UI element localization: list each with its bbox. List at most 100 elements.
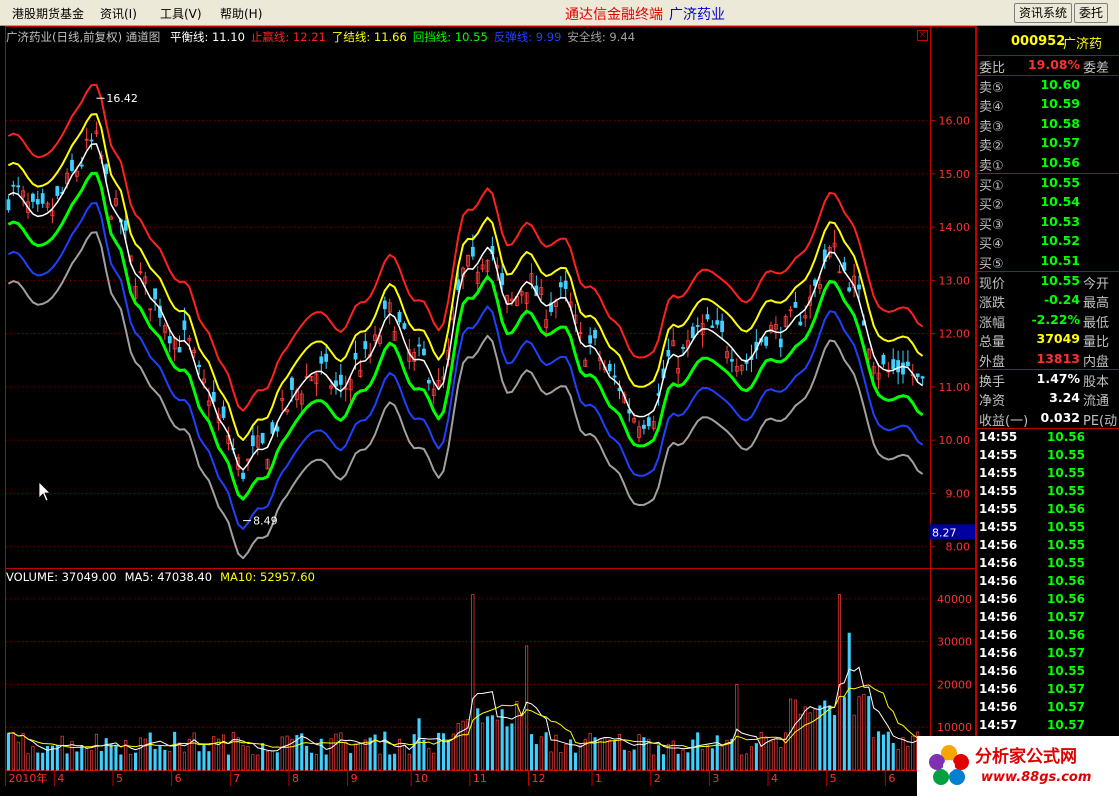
tick-row: 14:55 10.56 (977, 501, 1119, 519)
volume-bar (652, 754, 656, 771)
tick-row: 14:55 10.55 (977, 483, 1119, 501)
volume-bar (41, 752, 45, 771)
candle-body (798, 321, 803, 326)
volume-bar (85, 748, 89, 771)
candle-body (710, 325, 715, 328)
volume-bar (417, 718, 421, 771)
volume-bar (261, 743, 265, 771)
high-price-label: 16.42 (106, 92, 137, 105)
menu-info[interactable]: 资讯(I) (100, 5, 137, 22)
volume-bar (740, 754, 744, 771)
volume-bar (877, 731, 881, 771)
volume-bar (847, 632, 851, 771)
volume-bar (168, 751, 172, 771)
channel-line (7, 202, 924, 530)
volume-bar (803, 706, 807, 771)
candle-body (334, 380, 338, 387)
bid-row: 买② 10.54 (977, 193, 1119, 213)
volume-bar (119, 754, 123, 771)
candle-body (705, 314, 710, 320)
bid-row-value: 10.51 (1040, 252, 1080, 268)
candle-body (847, 287, 852, 292)
app-title: 通达信金融终端 (565, 7, 663, 23)
volume-bar (789, 698, 793, 771)
current-price-label: 8.27 (932, 526, 957, 539)
bid-row: 买④ 10.52 (977, 232, 1119, 252)
bid-row: 买③ 10.53 (977, 213, 1119, 233)
stat-row-extra-label: 最低 (1083, 315, 1110, 331)
candle-body (11, 184, 16, 187)
volume-bar (456, 722, 460, 771)
tick-row: 14:56 10.56 (977, 627, 1119, 645)
menu-hk-futures[interactable]: 港股期货基金 (12, 5, 84, 22)
ask-row-label: 卖④ (979, 100, 1004, 116)
volume-bar (197, 751, 201, 771)
candle-body (30, 193, 35, 202)
stat-row-label: 外盘 (979, 354, 1006, 370)
volume-axis-label: 10000 (937, 721, 972, 734)
chart-header-prefix: 广济药业(日线,前复权) 通道图 (6, 30, 161, 44)
tick-time: 14:56 (979, 610, 1018, 625)
volume-bar (270, 750, 274, 771)
volume-bar (818, 705, 822, 771)
tick-price: 10.57 (1047, 682, 1085, 697)
volume-bar (510, 723, 514, 771)
tick-row: 14:55 10.55 (977, 519, 1119, 537)
volume-bar (163, 749, 167, 771)
date-axis-label: 9 (351, 772, 358, 785)
volume-bar (828, 705, 832, 771)
volume-bar (36, 752, 40, 771)
volume-axis-label: 20000 (937, 678, 972, 691)
volume-bar (383, 731, 387, 771)
trade-button[interactable]: 委托 (1074, 3, 1109, 23)
candle-body (260, 432, 265, 444)
volume-header: VOLUME: 37049.00 MA5: 47038.40 MA10: 52957… (6, 570, 323, 584)
tick-price: 10.57 (1047, 718, 1085, 733)
tick-price: 10.56 (1047, 592, 1085, 607)
volume-bar (393, 753, 397, 771)
candle-body (6, 199, 11, 211)
menu-tools[interactable]: 工具(V) (160, 5, 202, 22)
menu-help[interactable]: 帮助(H) (220, 5, 262, 22)
price-chart[interactable]: 16.00 15.00 14.00 13.00 12.00 11.00 10.00 9.00 8… (0, 26, 976, 796)
volume-bar (192, 732, 196, 771)
volume-bar (608, 739, 612, 771)
info-system-button[interactable]: 资讯系统 (1014, 3, 1073, 23)
price-axis-label: 10.00 (939, 434, 971, 447)
candle-body (79, 164, 84, 167)
volume-bar (246, 746, 250, 771)
volume-bar (896, 749, 900, 771)
candle-body (778, 338, 783, 348)
candle-body (177, 347, 182, 353)
candle-body (55, 186, 60, 196)
close-icon[interactable]: × (917, 30, 928, 41)
stat-row-label: 现价 (979, 277, 1006, 292)
date-axis-label: 11 (473, 772, 487, 785)
candle-body (182, 320, 187, 330)
candle-body (456, 279, 461, 291)
weibi-row-value: 19.08% (1027, 57, 1080, 72)
tick-price: 10.57 (1047, 610, 1085, 625)
volume-bar (779, 747, 783, 771)
date-axis-label: 6 (175, 772, 182, 785)
volume-bar (529, 734, 534, 771)
candle-body (646, 417, 651, 427)
volume-bar (55, 745, 59, 771)
volume-bar (241, 745, 245, 771)
candle-body (397, 312, 402, 323)
channel-legend-item: 反弹线: 9.99 (493, 30, 562, 44)
volume-bar (349, 753, 353, 771)
volume-bar (432, 752, 436, 771)
volume-bar (182, 751, 186, 771)
stat-row: 涨幅 -2.22% 最低 (977, 311, 1119, 331)
weibi-row-extra-label: 委差 (1083, 61, 1110, 76)
volume-bar (539, 736, 543, 771)
volume-bar (862, 693, 866, 771)
stock-name: 广济药 (1063, 37, 1103, 52)
chart-area[interactable]: 16.00 15.00 14.00 13.00 12.00 11.00 10.00 9.00 8… (0, 26, 976, 796)
volume-ma5-line (8, 666, 923, 752)
volume-bar (212, 736, 216, 771)
volume-bar (872, 737, 876, 771)
volume-bar (564, 744, 568, 771)
volume-bar (720, 745, 724, 771)
